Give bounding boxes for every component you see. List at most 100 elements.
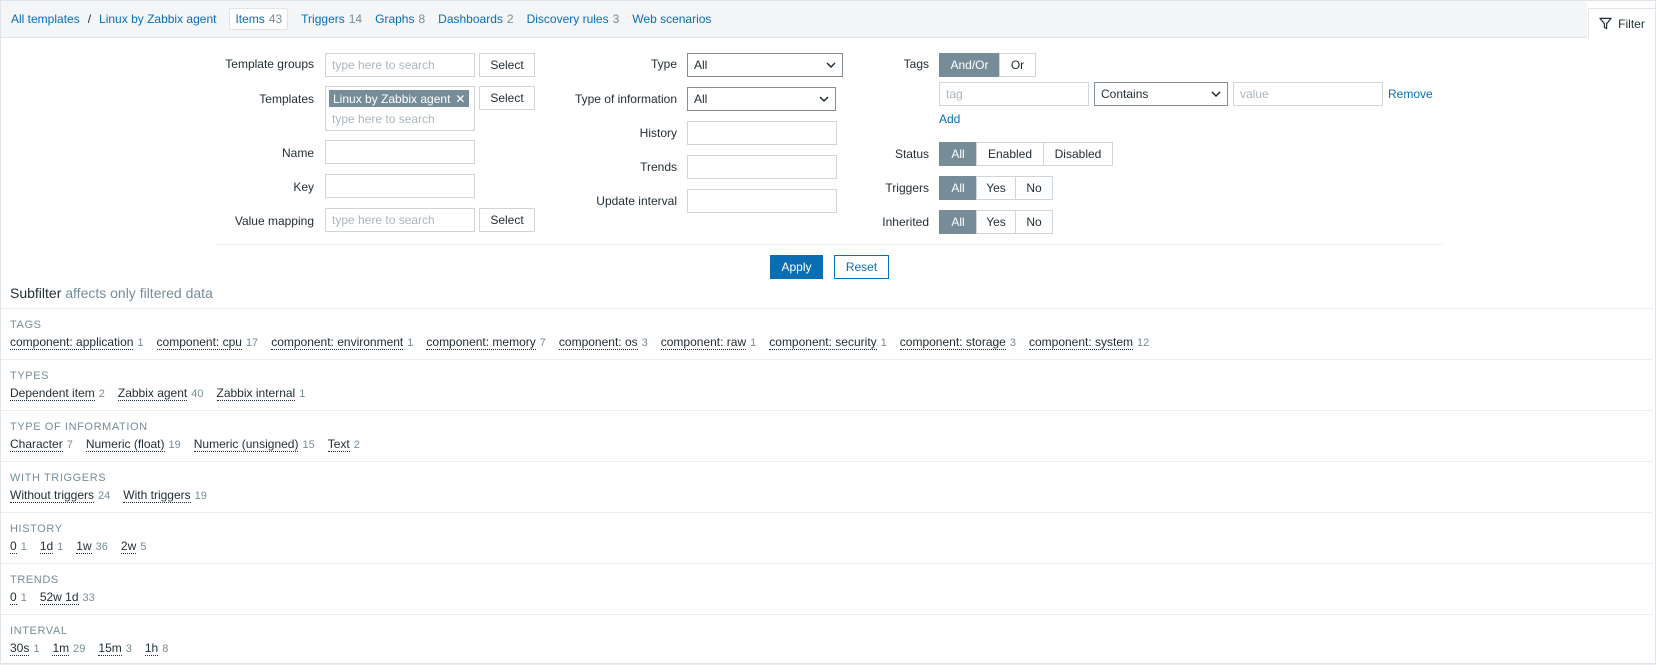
tab-label: Triggers (301, 12, 345, 26)
subfilter-item-link[interactable]: Numeric (unsigned) (193, 437, 299, 452)
type-select-value: All (694, 58, 708, 72)
subfilter-item-count: 24 (98, 490, 111, 502)
inherited-all[interactable]: All (939, 210, 977, 234)
subfilter-item-count: 5 (140, 541, 147, 553)
trends-input[interactable] (687, 155, 837, 179)
tag-value-input[interactable] (1233, 82, 1383, 106)
reset-button[interactable]: Reset (834, 255, 889, 279)
templates-select-button[interactable]: Select (479, 86, 535, 110)
filter-toggle[interactable]: Filter (1588, 8, 1656, 38)
subfilter-section: TYPES Dependent item 2 Zabbix agent 40 Zabbix… (1, 359, 1653, 410)
subfilter-item-link[interactable]: With triggers (123, 488, 191, 503)
subfilter-item-link[interactable]: Text (327, 437, 350, 452)
subfilter-item-link[interactable]: Zabbix internal (216, 386, 296, 401)
subfilter-item-link[interactable]: component: system (1028, 335, 1134, 350)
tab-items[interactable]: Items 43 (229, 8, 289, 30)
templates-multiselect[interactable]: Linux by Zabbix agent ✕ (325, 86, 475, 131)
subfilter-item: 1d 1 (39, 539, 63, 554)
tags-mode-and-or[interactable]: And/Or (939, 53, 1000, 77)
tags-mode-or[interactable]: Or (999, 53, 1036, 77)
templates-search-input[interactable] (326, 109, 474, 129)
subfilter-item-link[interactable]: Character (10, 437, 63, 452)
status-enabled[interactable]: Enabled (976, 142, 1044, 166)
subfilter-item: Text 2 (327, 437, 360, 452)
subfilter-item: 01 (10, 539, 27, 554)
template-groups-select-button[interactable]: Select (479, 53, 535, 77)
subfilter-item: component: storage 3 (899, 335, 1016, 350)
subfilter-items: 0 1 52w 1d 33 (10, 590, 108, 605)
subfilter-item-link[interactable]: 52w 1d (39, 590, 79, 605)
subfilter-item-link[interactable]: Dependent item (10, 386, 95, 401)
trends-label: Trends (640, 160, 677, 174)
subfilter-item-link[interactable]: component: os (558, 335, 638, 350)
status-disabled[interactable]: Disabled (1043, 142, 1113, 166)
status-all[interactable]: All (939, 142, 977, 166)
subfilter-item-link[interactable]: component: security (769, 335, 877, 350)
value-mapping-input[interactable] (325, 208, 475, 232)
triggers-yes[interactable]: Yes (976, 176, 1016, 200)
subfilter-item-link[interactable]: component: memory (426, 335, 536, 350)
triggers-no[interactable]: No (1015, 176, 1053, 200)
subfilter-item-count: 29 (73, 643, 86, 655)
breadcrumb-all-templates[interactable]: All templates (11, 12, 80, 26)
subfilter-item-link[interactable]: 1h (144, 641, 159, 656)
history-input[interactable] (687, 121, 837, 145)
subfilter-section: TAGS component: application 1 component: cp… (1, 308, 1653, 359)
inherited-no[interactable]: No (1015, 210, 1053, 234)
subfilter-item-link[interactable]: Zabbix agent (117, 386, 188, 401)
subfilter-item-count: 1 (407, 337, 414, 349)
remove-chip-icon[interactable]: ✕ (455, 92, 465, 106)
subfilter-section-title: TAGS (10, 319, 42, 331)
subfilter-item: 1h 8 (144, 641, 168, 656)
breadcrumb-template[interactable]: Linux by Zabbix agent (99, 12, 216, 26)
subfilter-item: component: security 1 (769, 335, 887, 350)
subfilter-item: Zabbix agent 40 (117, 386, 204, 401)
tab-count: 14 (348, 12, 363, 26)
inherited-yes[interactable]: Yes (976, 210, 1016, 234)
type-select[interactable]: All (687, 53, 843, 77)
add-tag-link[interactable]: Add (939, 112, 960, 126)
subfilter-item-link[interactable]: 0 (10, 539, 17, 554)
filter-divider (215, 244, 1443, 245)
key-input[interactable] (325, 174, 475, 198)
tag-operator-select[interactable]: Contains (1094, 82, 1228, 106)
subfilter-item: component: os 3 (558, 335, 648, 350)
tab-graphs[interactable]: Graphs 8 (375, 12, 425, 26)
subfilter-item-link[interactable]: 0 (10, 590, 17, 605)
update-interval-input[interactable] (687, 189, 837, 213)
tab-triggers[interactable]: Triggers 14 (301, 12, 362, 26)
type-of-information-select[interactable]: All (687, 87, 836, 111)
subfilter-item-link[interactable]: component: application (10, 335, 134, 350)
template-groups-label: Template groups (225, 57, 314, 71)
subfilter-title: Subfilter (10, 285, 62, 301)
remove-tag-link[interactable]: Remove (1388, 87, 1433, 101)
subfilter-item-link[interactable]: 15m (98, 641, 122, 656)
subfilter-item-count: 1 (20, 541, 27, 553)
value-mapping-label: Value mapping (234, 214, 314, 228)
tag-name-input[interactable] (939, 82, 1089, 106)
tab-dashboards[interactable]: Dashboards 2 (438, 12, 513, 26)
tag-operator-value: Contains (1101, 87, 1149, 101)
subfilter-item-link[interactable]: 1m (52, 641, 70, 656)
subfilter-item-link[interactable]: component: cpu (156, 335, 242, 350)
subfilter-item-link[interactable]: Without triggers (10, 488, 95, 503)
subfilter-item-link[interactable]: component: storage (899, 335, 1006, 350)
template-groups-input[interactable] (325, 53, 475, 77)
tab-web-scenarios[interactable]: Web scenarios (632, 12, 711, 26)
subfilter-section: TYPE OF INFORMATION Character 7 Numeric (fl… (1, 410, 1653, 461)
subfilter-item-link[interactable]: component: raw (660, 335, 747, 350)
apply-button[interactable]: Apply (770, 255, 823, 279)
name-input[interactable] (325, 140, 475, 164)
subfilter-item-link[interactable]: component: environment (271, 335, 404, 350)
subfilter-item-link[interactable]: 30s (10, 641, 30, 656)
tab-discovery-rules[interactable]: Discovery rules 3 (527, 12, 620, 26)
subfilter-item-link[interactable]: 1d (39, 539, 54, 554)
subfilter-item-link[interactable]: 1w (76, 539, 92, 554)
subfilter-item-count: 1 (880, 337, 887, 349)
subfilter-item-link[interactable]: Numeric (float) (85, 437, 165, 452)
subfilter-item-link[interactable]: 2w (120, 539, 137, 554)
subfilter-item: 2w 5 (120, 539, 147, 554)
value-mapping-select-button[interactable]: Select (479, 208, 535, 232)
triggers-all[interactable]: All (939, 176, 977, 200)
subfilter-items: Without triggers 24 With triggers 19 (10, 488, 220, 503)
